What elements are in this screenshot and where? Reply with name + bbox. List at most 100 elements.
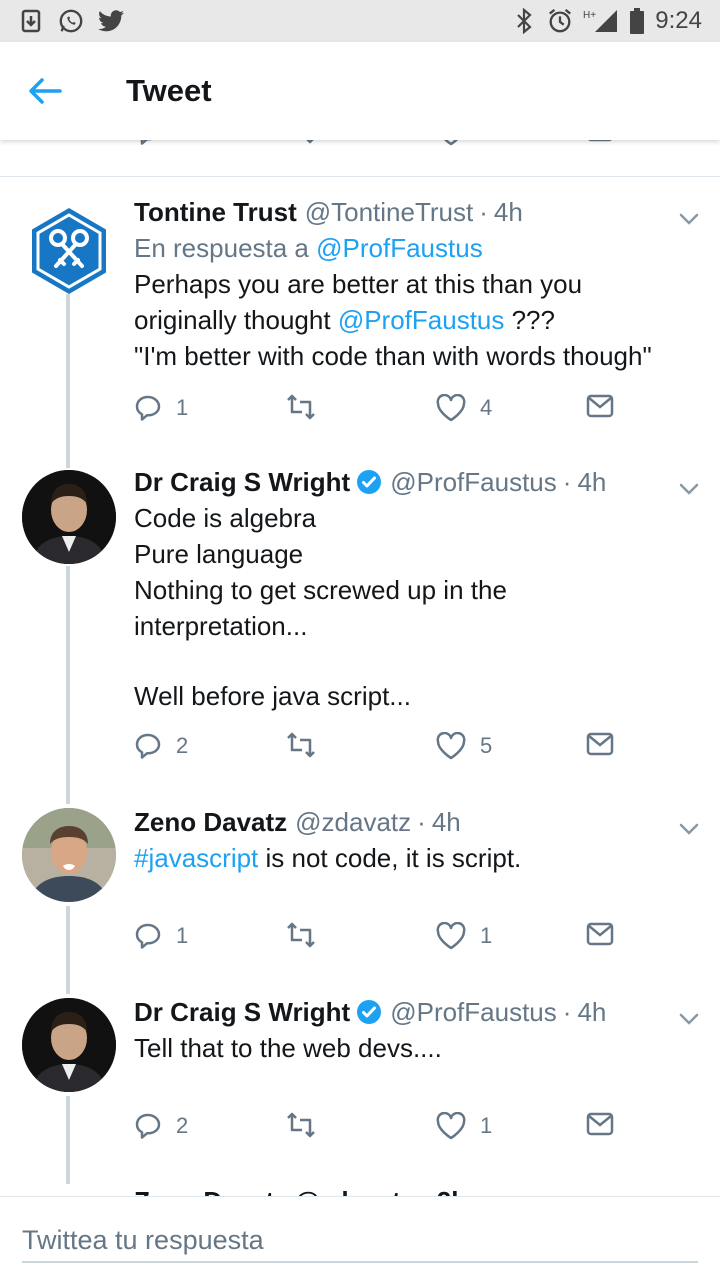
thread-line [66, 464, 70, 468]
tweet-text: Tell that to the web devs.... [134, 1030, 680, 1066]
message-button[interactable] [586, 1112, 614, 1136]
reply-count: 1 [176, 395, 189, 420]
tweet[interactable]: Zeno Davatz @zdavatz · 4h #javascript is… [0, 804, 720, 994]
author-handle[interactable]: @ProfFaustus [390, 994, 557, 1030]
like-button[interactable]: 7 [436, 140, 492, 146]
avatar[interactable] [22, 470, 116, 564]
retweet-button[interactable] [286, 394, 330, 420]
thread-line [66, 294, 70, 464]
reply-prefix: En respuesta a [134, 233, 309, 263]
tweet-text: Code is algebra Pure language Nothing to… [134, 500, 680, 714]
chevron-down-icon[interactable] [676, 206, 702, 232]
like-count: 1 [480, 923, 493, 948]
retweet-button[interactable] [286, 922, 330, 948]
clock-time: 9:24 [655, 7, 702, 34]
reply-icon[interactable] [134, 140, 162, 146]
retweet-icon[interactable] [286, 140, 316, 144]
author-handle[interactable]: @zdavatz [295, 804, 411, 840]
bluetooth-icon [511, 8, 537, 34]
thread-line [66, 566, 70, 804]
reply-button[interactable]: 1 [134, 922, 188, 950]
tweet-text-blank-line [134, 644, 680, 678]
tweet-actions: 1 4 [134, 394, 634, 434]
tweet-actions: 2 1 [134, 1112, 634, 1152]
thread-line [66, 906, 70, 994]
author-name[interactable]: Dr Craig S Wright [134, 464, 350, 500]
tweet-text-line: Well before java script... [134, 681, 411, 711]
reply-icon [135, 395, 161, 421]
avatar[interactable] [22, 204, 116, 298]
tweet-header: Zeno Davatz @zdavatz · 4h [134, 804, 680, 840]
chevron-down-icon[interactable] [676, 476, 702, 502]
verified-badge-icon [357, 1000, 382, 1024]
profile-photo-icon [22, 808, 116, 902]
tweet-header: Dr Craig S Wright @ProfFaustus · 4h [134, 464, 680, 500]
message-button[interactable] [586, 394, 614, 418]
reply-count: 2 [176, 1113, 189, 1138]
chevron-down-icon[interactable] [676, 816, 702, 842]
message-icon [586, 1112, 614, 1136]
tweet-text-line: interpretation... [134, 611, 308, 641]
like-count: 1 [480, 1113, 493, 1138]
tweet-body: Dr Craig S Wright @ProfFaustus · 4h Tell… [134, 994, 680, 1066]
tweet-text-line: "I'm better with code than with words th… [134, 341, 652, 371]
like-button[interactable]: 4 [436, 394, 492, 422]
retweet-button[interactable] [286, 1112, 330, 1138]
author-name[interactable]: Zeno Davatz [134, 804, 287, 840]
message-button[interactable] [586, 922, 614, 946]
reply-context: En respuesta a @ProfFaustus [134, 230, 680, 266]
tweet-text: #javascript is not code, it is script. [134, 840, 680, 876]
tweet-body: Tontine Trust @TontineTrust · 4h En resp… [134, 194, 680, 374]
author-name[interactable]: Tontine Trust [134, 194, 297, 230]
reply-button[interactable]: 2 [134, 732, 188, 760]
download-icon [18, 8, 44, 34]
alarm-icon [547, 8, 573, 34]
battery-icon [629, 8, 645, 34]
tweet[interactable]: Tontine Trust @TontineTrust · 4h En resp… [0, 194, 720, 464]
like-button[interactable]: 5 [436, 732, 492, 760]
mention-link[interactable]: @ProfFaustus [338, 305, 505, 335]
tweet-time: 4h [577, 467, 607, 497]
author-handle[interactable]: @TontineTrust [305, 194, 474, 230]
retweet-icon [287, 732, 315, 758]
reply-button[interactable]: 1 [134, 394, 188, 422]
heart-icon [436, 732, 466, 760]
like-count: 7 [480, 140, 492, 145]
reply-input[interactable] [22, 1219, 698, 1263]
retweet-icon [287, 922, 315, 948]
tweet[interactable]: Dr Craig S Wright @ProfFaustus · 4h Code… [0, 464, 720, 804]
reply-button[interactable]: 2 [134, 1112, 188, 1140]
like-button[interactable]: 1 [436, 1112, 492, 1140]
message-button[interactable] [586, 732, 614, 756]
page-title: Tweet [126, 73, 212, 108]
thread-line [66, 1096, 70, 1184]
profile-photo-icon [22, 998, 116, 1092]
divider [0, 176, 720, 177]
tweet-text-fragment: ??? [504, 305, 555, 335]
retweet-icon [287, 394, 315, 420]
like-button[interactable]: 1 [436, 922, 492, 950]
chevron-down-icon[interactable] [676, 1006, 702, 1032]
message-icon[interactable] [586, 140, 614, 142]
tweet-thread[interactable]: 7 Tontine Trust @TontineTrust · 4h [0, 140, 720, 1196]
reply-count: 2 [176, 733, 189, 758]
like-count: 4 [480, 395, 493, 420]
tweet-time: 4h [431, 807, 461, 837]
back-button[interactable] [0, 42, 90, 140]
tweet-actions: 1 1 [134, 922, 634, 962]
tweet-text-line: Pure language [134, 539, 304, 569]
hashtag-link[interactable]: #javascript [134, 843, 258, 873]
avatar[interactable] [22, 808, 116, 902]
tweet-body: Dr Craig S Wright @ProfFaustus · 4h Code… [134, 464, 680, 714]
avatar[interactable] [22, 998, 116, 1092]
next-tweet-header-partial: Zeno Davatz @zdavatz · 2h [134, 1186, 467, 1196]
author-name[interactable]: Dr Craig S Wright [134, 994, 350, 1030]
author-handle[interactable]: @ProfFaustus [390, 464, 557, 500]
reply-bar [0, 1196, 720, 1280]
tweet-header: Dr Craig S Wright @ProfFaustus · 4h [134, 994, 680, 1030]
retweet-button[interactable] [286, 732, 330, 758]
mention-link[interactable]: @ProfFaustus [316, 233, 483, 263]
back-arrow-icon [29, 78, 62, 104]
tweet-text-line: #javascript is not code, it is script. [134, 840, 680, 876]
tweet[interactable]: Dr Craig S Wright @ProfFaustus · 4h Tell… [0, 994, 720, 1184]
